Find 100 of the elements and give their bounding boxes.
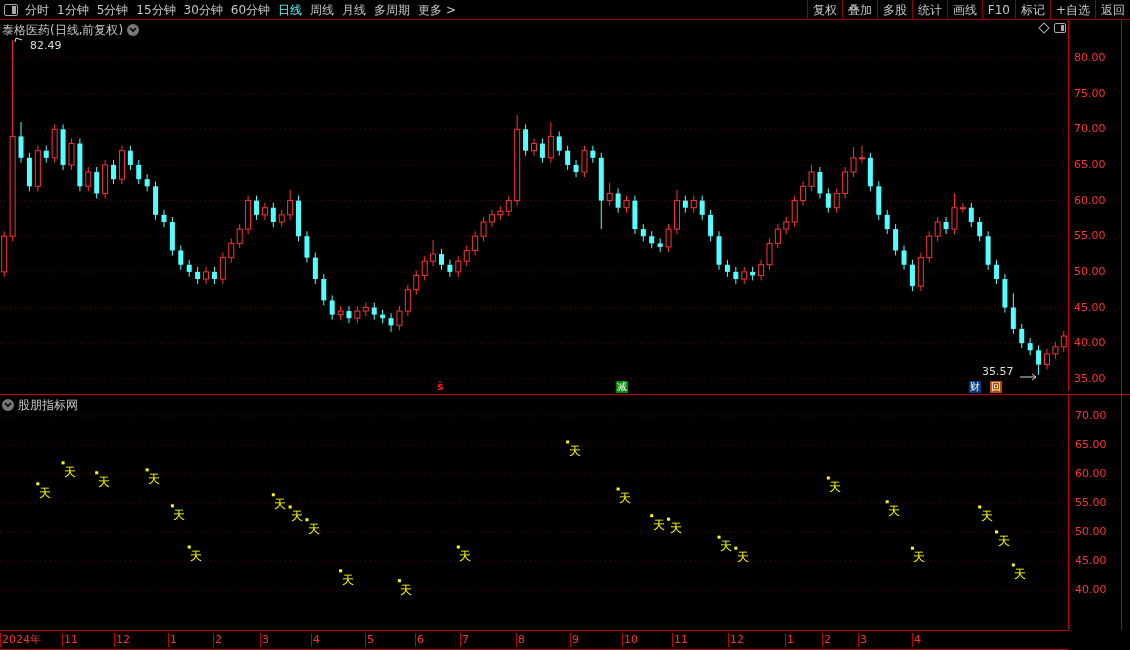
toolbar-button[interactable]: 叠加 (841, 0, 877, 19)
candlestick (34, 145, 41, 192)
candlestick (606, 182, 613, 207)
date-label: 4 (912, 633, 921, 647)
axis-label: 50.00 (1075, 525, 1107, 538)
candlestick (1019, 323, 1025, 349)
toolbar-button[interactable]: +自选 (1049, 0, 1095, 19)
axis-label: 40.00 (1075, 583, 1107, 596)
axis-label: 70.00 (1075, 409, 1107, 422)
candlestick (169, 216, 175, 256)
candlestick (817, 166, 823, 199)
signal-label: 天 (669, 521, 682, 536)
signal-label: 天 (400, 582, 413, 597)
date-label: 12 (114, 633, 130, 647)
candlestick (909, 259, 915, 292)
toolbar-button[interactable]: 复权 (806, 0, 842, 19)
finance-marker[interactable]: 财 (969, 381, 981, 393)
candlestick (245, 195, 252, 235)
period-tab[interactable]: 月线 (339, 0, 370, 19)
period-tab[interactable]: 5分钟 (93, 0, 132, 19)
period-tab[interactable]: 多周期 (371, 0, 414, 19)
candlestick (724, 259, 730, 278)
dropdown-icon[interactable] (2, 399, 14, 411)
candlestick (985, 230, 991, 271)
date-label: 4 (311, 633, 320, 647)
signal-point (339, 569, 343, 573)
period-tab[interactable]: 1分钟 (54, 0, 92, 19)
period-tab[interactable]: 日线 (275, 0, 306, 19)
signal-point (978, 505, 982, 509)
signal-label: 天 (190, 549, 203, 563)
candlestick (77, 138, 83, 192)
axis-label: 65.00 (1075, 438, 1107, 451)
period-tab[interactable]: 15分钟 (133, 0, 179, 19)
signal-point (61, 461, 65, 465)
candlestick (649, 230, 655, 249)
signal-point (667, 517, 671, 521)
date-label: 12 (728, 633, 744, 647)
axis-label: 60.00 (1074, 194, 1106, 207)
candlestick (547, 121, 554, 164)
candlestick (43, 145, 49, 164)
signal-point (187, 545, 191, 549)
date-label: 7 (460, 633, 469, 647)
date-label: 2024年 (0, 633, 41, 647)
candlestick (1002, 273, 1008, 313)
period-tab[interactable]: 周线 (307, 0, 338, 19)
candlestick (329, 294, 335, 321)
candlestick (573, 159, 579, 178)
date-label: 3 (260, 633, 269, 647)
signal-label: 天 (1014, 567, 1027, 581)
reduction-marker[interactable]: 减 (616, 381, 628, 393)
low-price-label: 35.57 (982, 365, 1014, 378)
signal-point (397, 579, 401, 583)
candlestick (682, 195, 688, 214)
axis-label: 65.00 (1074, 158, 1106, 171)
axis-label: 50.00 (1074, 265, 1106, 278)
toolbar-button[interactable]: 标记 (1014, 0, 1050, 19)
candlestick (741, 266, 748, 285)
signal-point (885, 500, 889, 504)
candlestick (750, 266, 756, 281)
candlestick (195, 266, 201, 285)
candlestick (439, 248, 444, 271)
candlestick (716, 230, 722, 271)
signal-label: 天 (459, 549, 472, 563)
toolbar-button[interactable]: 画线 (946, 0, 982, 19)
signal-label: 天 (341, 572, 354, 587)
candlestick (825, 187, 831, 214)
panel-toggle-icon[interactable] (1054, 23, 1066, 33)
signal-point (734, 546, 738, 550)
date-label: 3 (858, 633, 867, 647)
candlestick (51, 123, 58, 164)
period-tab[interactable]: 30分钟 (180, 0, 226, 19)
period-tab[interactable]: 分时 (22, 0, 52, 19)
toolbar-button[interactable]: F10 (981, 0, 1015, 19)
date-label: 1 (785, 633, 794, 647)
candlestick (968, 202, 974, 228)
candlestick (102, 159, 109, 199)
buyback-marker[interactable]: 回 (990, 381, 1002, 393)
date-label: 11 (672, 633, 688, 647)
signal-point (616, 487, 620, 491)
signal-label: 天 (173, 507, 186, 522)
candlestick (1036, 344, 1042, 376)
candlestick (26, 152, 32, 192)
dropdown-icon[interactable] (127, 24, 140, 36)
candlestick (523, 123, 529, 157)
candlestick (977, 216, 983, 242)
signal-point (826, 476, 830, 480)
toolbar-button[interactable]: 返回 (1095, 0, 1130, 19)
candlestick (1027, 337, 1033, 356)
candlestick (85, 166, 92, 192)
date-label: 11 (62, 633, 78, 647)
signal-label: 天 (997, 533, 1010, 548)
period-tab[interactable]: 更多 > (415, 0, 459, 19)
dividend-marker[interactable]: ŝ (437, 381, 444, 393)
period-tab[interactable]: 60分钟 (227, 0, 274, 19)
toolbar-button[interactable]: 多股 (876, 0, 912, 19)
indicator-title: 股朋指标网 (18, 397, 78, 414)
window-toggle-icon[interactable] (4, 3, 18, 16)
candlestick (153, 180, 159, 221)
toolbar-button[interactable]: 统计 (911, 0, 947, 19)
candlestick (136, 159, 142, 185)
